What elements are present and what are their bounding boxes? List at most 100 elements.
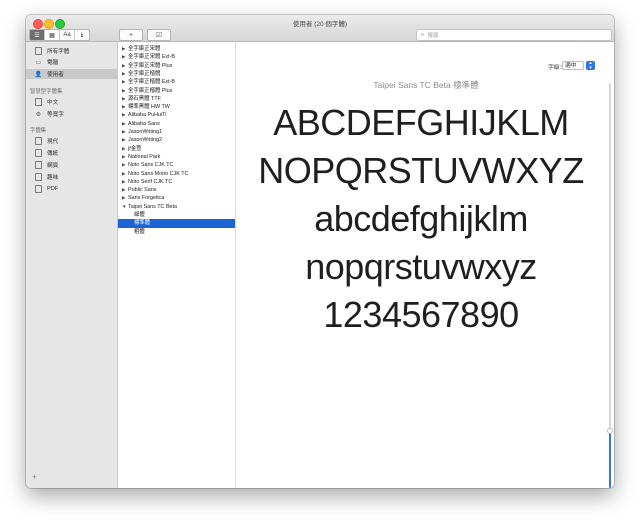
font-item-label: 全字庫正宋體 (128, 46, 161, 52)
add-collection-button[interactable]: + (32, 472, 37, 482)
font-item-label: 全字庫正楷體 Ext-B (128, 79, 176, 86)
smart-collections-header: 智慧型字體集 (30, 89, 63, 95)
sidebar-item-label: 現代 (47, 139, 59, 145)
font-family-item[interactable]: ▶ 源石黑體 TTF (118, 95, 235, 103)
sidebar: 所有字體 ▭ 電腦 👤 使用者 智慧型字體集 中文 ⚙ 等寬字 字體集 現代 傳… (26, 42, 118, 488)
preview-line: ABCDEFGHIJKLM (273, 102, 569, 143)
font-family-item[interactable]: ▶ 全字庫正宋體 Plus (118, 62, 235, 70)
view-segmented-control: ☰ ▦ Aa ℹ (29, 29, 90, 41)
sidebar-item-web[interactable]: 網頁 (26, 160, 117, 170)
sidebar-item-label: 所有字體 (47, 49, 70, 55)
collections-header: 字體集 (30, 128, 47, 134)
font-item-label: 粗體 (134, 228, 145, 235)
font-book-window: 使用者 (20 個字體) ☰ ▦ Aa ℹ + ☑ ⌕ 搜尋 所有字體 ▭ 電腦… (26, 15, 614, 488)
font-item-label: 源石黑體 TTF (128, 95, 161, 102)
size-slider[interactable] (607, 83, 613, 488)
font-family-item[interactable]: ▶ Noto Sans Mono CJK TC (118, 170, 235, 178)
sidebar-item-label: PDF (47, 186, 59, 192)
font-item-label: Alibaba Sans (128, 120, 160, 127)
preview-line: abcdefghijklm (314, 198, 528, 239)
font-item-label: 全字庫正楷體 (128, 70, 161, 77)
font-family-item[interactable]: ▶ 全字庫正宋體 Ext-B (118, 53, 235, 61)
sidebar-item-all-fonts[interactable]: 所有字體 (26, 46, 117, 56)
slider-knob[interactable] (607, 428, 613, 434)
font-family-item[interactable]: ▶ jf金萱 (118, 145, 235, 153)
font-family-item[interactable]: ▶ 全字庫正楷體 Ext-B (118, 78, 235, 86)
sidebar-item-label: 中文 (47, 100, 59, 106)
font-book-icon (35, 47, 42, 55)
sidebar-item-computer[interactable]: ▭ 電腦 (26, 57, 117, 67)
info-icon[interactable]: ℹ (75, 30, 89, 40)
preview-pane: 字級： 適中 ▴ ▾ Taipei Sans TC Beta 標準體 ABCDEF… (236, 42, 614, 488)
search-icon: ⌕ (421, 31, 425, 38)
sidebar-item-pdf[interactable]: PDF (26, 184, 117, 194)
search-field[interactable]: ⌕ 搜尋 (416, 29, 612, 41)
plus-icon: + (128, 31, 134, 39)
grid-icon[interactable]: ▦ (45, 30, 60, 40)
font-style-item[interactable]: 標準體 (118, 219, 235, 228)
font-family-item[interactable]: ▶ Noto Serif CJK TC (118, 178, 235, 186)
size-stepper[interactable]: ▴ ▾ (586, 61, 595, 70)
font-family-item[interactable]: ▶ 全字庫正宋體 (118, 45, 235, 53)
user-icon: 👤 (34, 71, 43, 78)
sidebar-item-label: 電腦 (47, 60, 59, 66)
font-family-item[interactable]: ▶ Sans Forgetica (118, 194, 235, 202)
sidebar-item-label: 等寬字 (47, 112, 64, 118)
font-family-item[interactable]: ▶ Noto Sans CJK TC (118, 161, 235, 169)
sidebar-item-traditional[interactable]: 傳統 (26, 148, 117, 158)
font-item-label: Public Sans (128, 187, 157, 194)
collection-icon (35, 185, 42, 193)
sidebar-item-label: 使用者 (47, 72, 64, 78)
font-family-item[interactable]: ▶ Alibaba PuHuiTi (118, 111, 235, 119)
preview-line: 1234567890 (323, 294, 519, 335)
title-bar: 使用者 (20 個字體) ☰ ▦ Aa ℹ + ☑ ⌕ 搜尋 (26, 15, 614, 42)
font-item-label: National Park (128, 153, 161, 160)
preview-line: nopqrstuvwxyz (305, 246, 537, 287)
collection-icon (35, 149, 42, 157)
add-font-button[interactable]: + (119, 29, 143, 41)
sidebar-item-user[interactable]: 👤 使用者 (26, 69, 117, 79)
enable-font-button[interactable]: ☑ (147, 29, 171, 41)
sidebar-item-label: 網頁 (47, 163, 59, 169)
font-item-label: Noto Sans CJK TC (128, 162, 174, 169)
size-select[interactable]: 適中 (562, 61, 584, 70)
search-placeholder: 搜尋 (427, 33, 439, 39)
gear-icon: ⚙ (35, 111, 42, 118)
sidebar-item-monospace[interactable]: ⚙ 等寬字 (26, 109, 117, 119)
font-family-item[interactable]: ▶ Alibaba Sans (118, 120, 235, 128)
font-style-item[interactable]: 細體 (118, 211, 235, 219)
font-family-item[interactable]: ▶ JasonWriting2 (118, 136, 235, 144)
font-item-label: jf金萱 (128, 145, 142, 152)
slider-track-upper (609, 83, 611, 429)
collection-icon (35, 98, 42, 106)
font-family-item[interactable]: ▶ JasonWriting1 (118, 128, 235, 136)
font-item-label: 細體 (134, 212, 145, 218)
font-item-label: Taipei Sans TC Beta (128, 203, 178, 210)
collection-icon (35, 161, 42, 169)
font-family-item[interactable]: ▶ National Park (118, 153, 235, 161)
sidebar-item-fun[interactable]: 趣味 (26, 172, 117, 182)
sidebar-item-label: 趣味 (47, 175, 59, 181)
sidebar-icon[interactable]: ☰ (30, 30, 45, 40)
font-item-label: 標準體 (134, 220, 151, 227)
sample-view-button[interactable]: Aa (60, 30, 75, 40)
font-family-item[interactable]: ▶ 標準黑體 HW TW (118, 103, 235, 111)
font-item-label: JasonWriting1 (128, 129, 163, 135)
font-item-label: 全字庫正楷體 Plus (128, 87, 173, 94)
font-family-item[interactable]: ▶ Public Sans (118, 186, 235, 194)
font-style-item[interactable]: 粗體 (118, 228, 235, 236)
font-family-item[interactable]: ▼ Taipei Sans TC Beta (118, 203, 235, 211)
font-item-label: Noto Serif CJK TC (128, 178, 173, 185)
preview-title: Taipei Sans TC Beta 標準體 (373, 80, 479, 90)
computer-icon: ▭ (35, 59, 42, 66)
window-title: 使用者 (20 個字體) (292, 21, 348, 28)
font-item-label: 標準黑體 HW TW (128, 104, 170, 111)
sidebar-item-modern[interactable]: 現代 (26, 136, 117, 146)
font-item-label: JasonWriting2 (128, 137, 163, 144)
font-item-label: Sans Forgetica (128, 195, 165, 202)
font-item-label: Alibaba PuHuiTi (128, 112, 167, 119)
sidebar-item-chinese[interactable]: 中文 (26, 97, 117, 107)
font-family-item[interactable]: ▶ 全字庫正楷體 (118, 70, 235, 78)
font-family-item[interactable]: ▶ 全字庫正楷體 Plus (118, 87, 235, 95)
collection-icon (35, 137, 42, 145)
